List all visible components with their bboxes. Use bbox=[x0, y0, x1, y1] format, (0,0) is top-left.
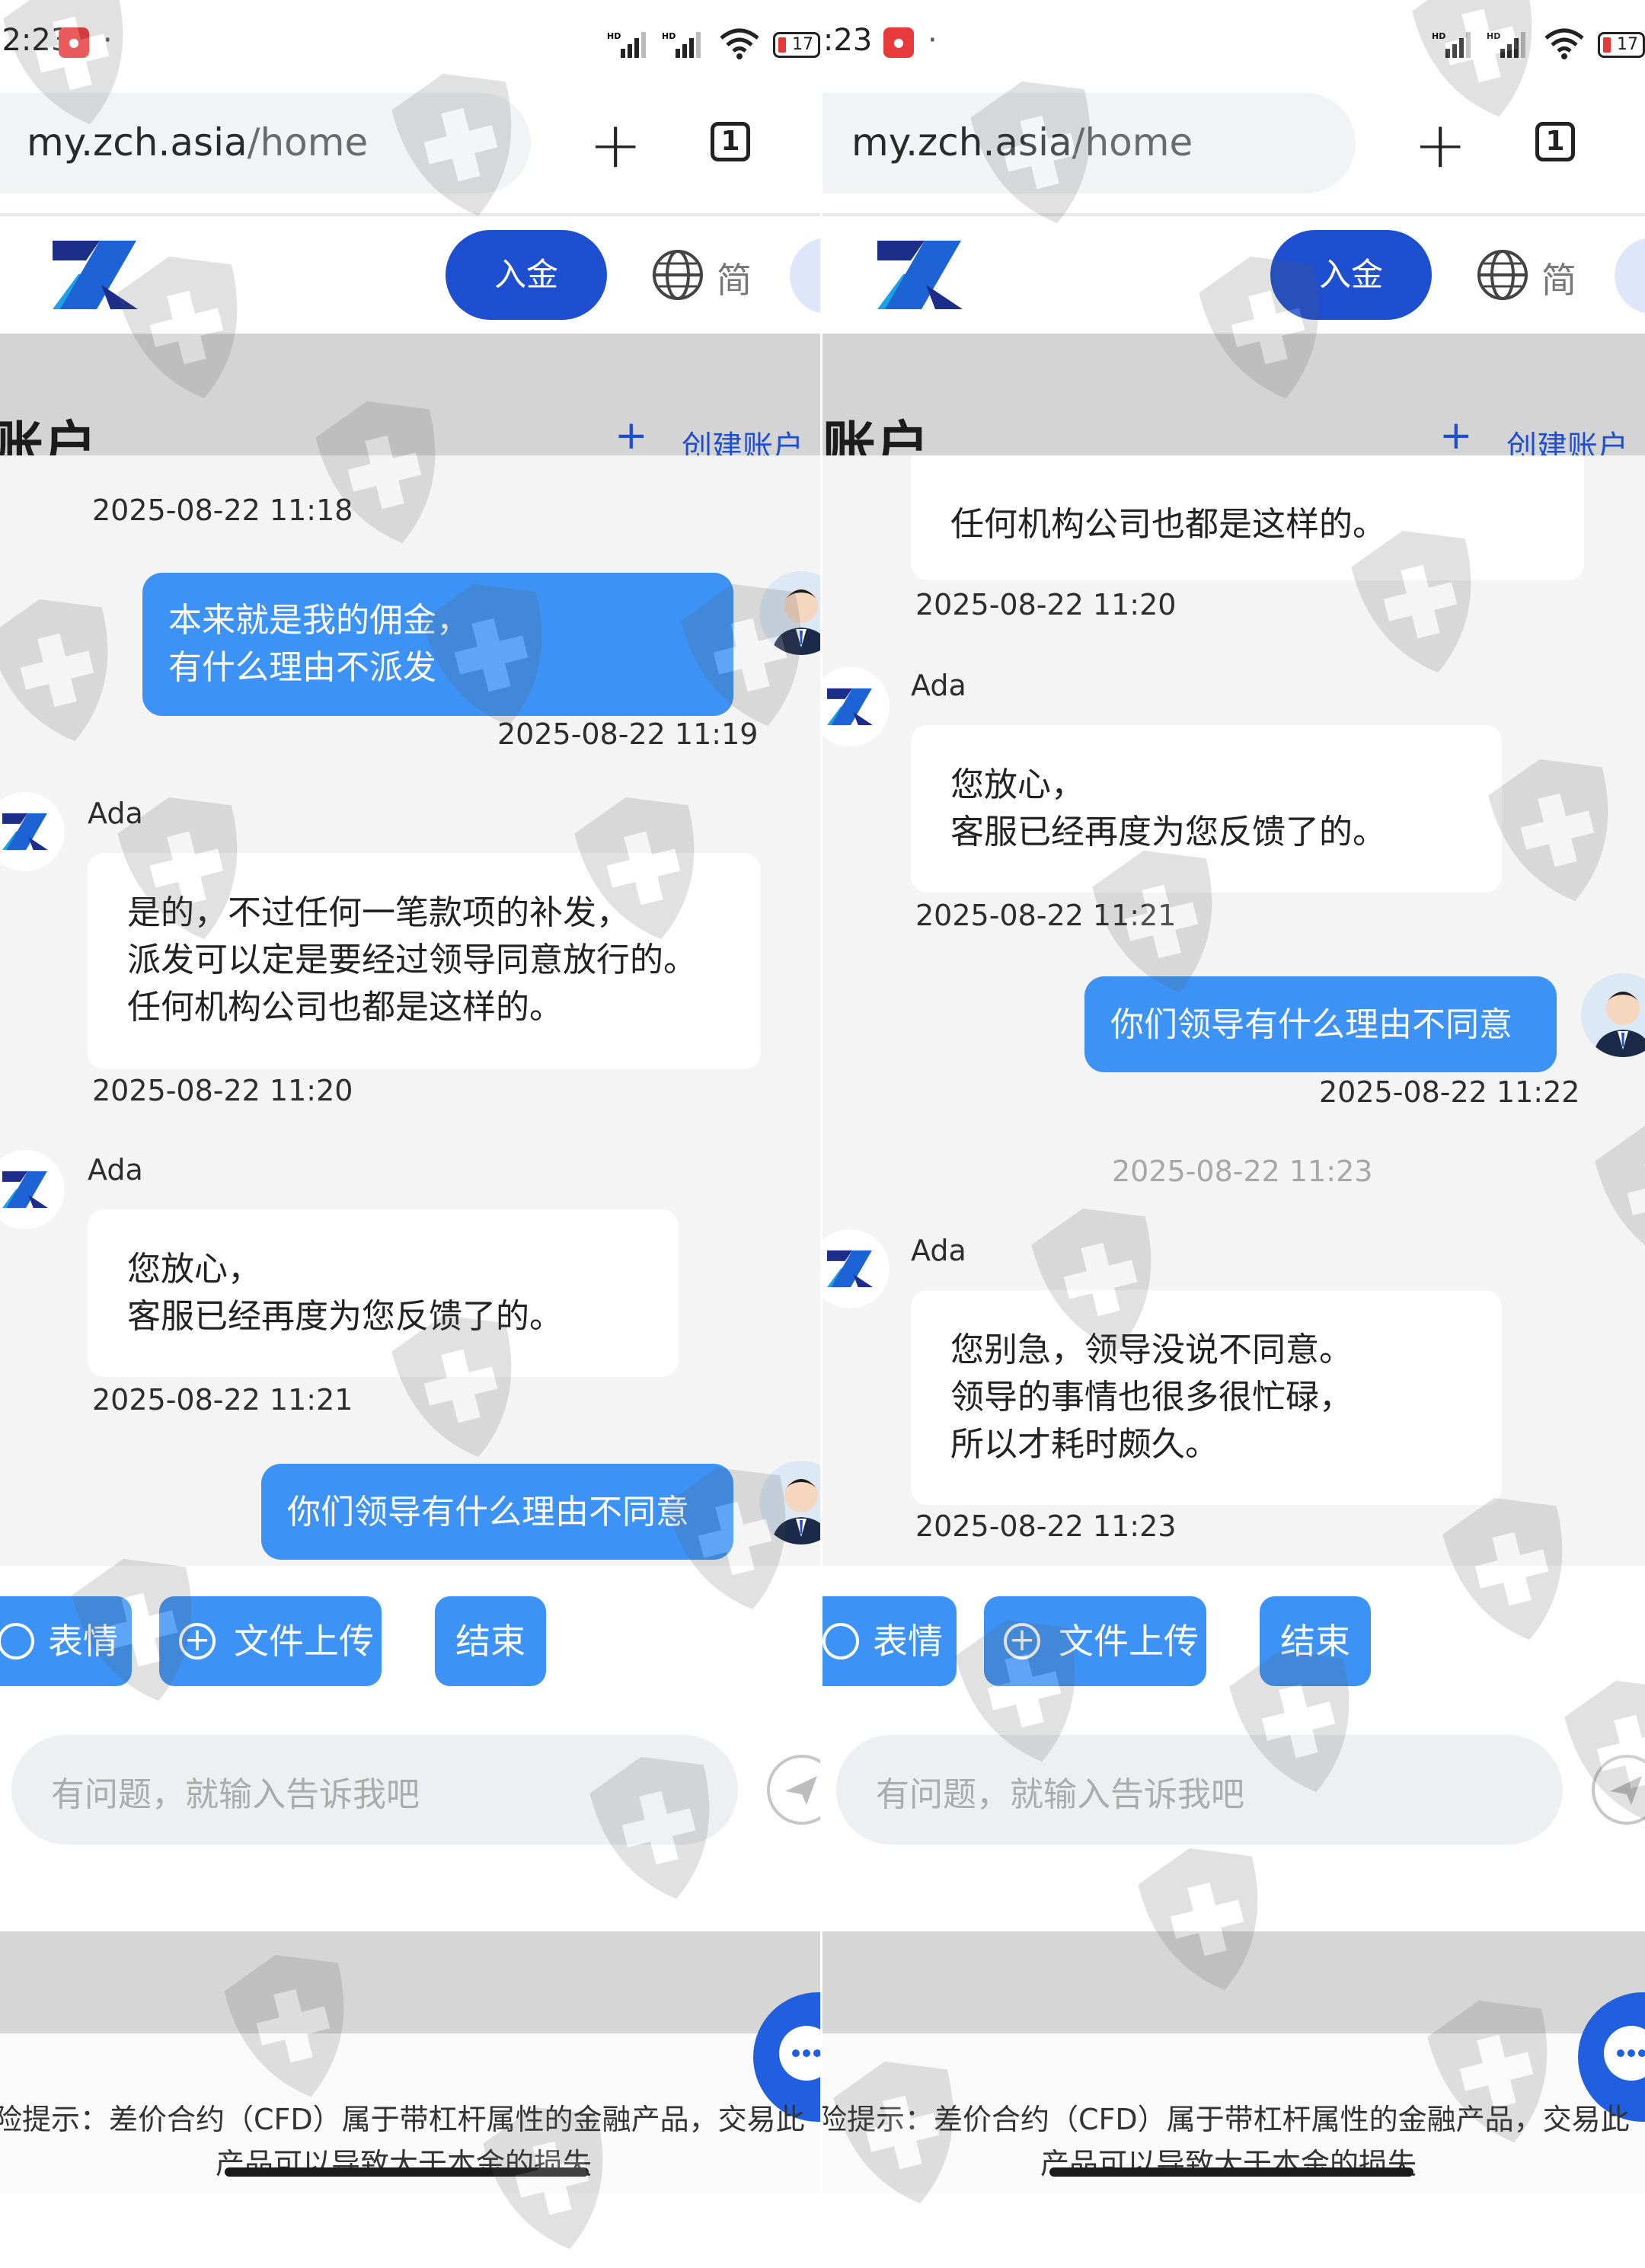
send-button[interactable] bbox=[767, 1755, 820, 1825]
tab-switcher-button[interactable]: 1 bbox=[1535, 122, 1575, 161]
send-icon bbox=[785, 1776, 817, 1805]
plus-icon[interactable]: + bbox=[615, 416, 648, 455]
battery-icon: 17 bbox=[773, 32, 820, 58]
message-timestamp: 2025-08-22 11:21 bbox=[92, 1383, 353, 1417]
deposit-button[interactable]: 入金 bbox=[1270, 230, 1432, 320]
bot-message: 您放心， 客服已经再度为您反馈了的。 bbox=[911, 725, 1502, 893]
file-upload-button[interactable]: + 文件上传 bbox=[984, 1596, 1206, 1686]
file-upload-button[interactable]: + 文件上传 bbox=[159, 1596, 382, 1686]
user-message: 你们领导有什么理由不同意 bbox=[261, 1464, 733, 1560]
message-timestamp: 2025-08-22 11:23 bbox=[915, 1509, 1177, 1543]
message-timestamp: 2025-08-22 11:22 bbox=[1319, 1075, 1580, 1109]
svg-text:HD: HD bbox=[607, 31, 621, 41]
chat-actions: 表情 + 文件上传 结束 有问题，就输入告诉我吧 bbox=[822, 1566, 1645, 1931]
home-indicator[interactable] bbox=[225, 2167, 589, 2177]
emoji-button[interactable]: 表情 bbox=[822, 1596, 957, 1686]
signal-icon: HD bbox=[1432, 31, 1471, 58]
bot-avatar bbox=[822, 1229, 890, 1308]
status-dot: · bbox=[103, 23, 113, 58]
svg-text:HD: HD bbox=[662, 31, 676, 41]
status-bar: 12:23 ● · HD HD 17 bbox=[0, 0, 820, 90]
site-header: 入金 简 bbox=[822, 216, 1645, 334]
home-indicator[interactable] bbox=[1049, 2167, 1413, 2177]
status-dot: · bbox=[928, 23, 937, 58]
message-input[interactable]: 有问题，就输入告诉我吧 bbox=[11, 1735, 738, 1845]
address-bar[interactable]: my.zch.asia/home bbox=[822, 93, 1356, 193]
plus-icon[interactable]: + bbox=[1439, 416, 1473, 455]
center-timestamp: 2025-08-22 11:23 bbox=[1112, 1155, 1373, 1188]
status-bar: 12:23 ● · HD HD 17 bbox=[822, 0, 1645, 90]
sender-name: Ada bbox=[88, 797, 143, 830]
bot-avatar bbox=[0, 792, 65, 871]
bot-message: 您放心， 客服已经再度为您反馈了的。 bbox=[88, 1209, 679, 1377]
message-timestamp: 2025-08-22 11:19 bbox=[497, 717, 759, 751]
signal-icon: HD bbox=[607, 31, 646, 58]
svg-text:HD: HD bbox=[1432, 31, 1445, 41]
bot-message: 任何机构公司也都是这样的。 bbox=[911, 455, 1584, 580]
bot-message: 您别急，领导没说不同意。 领导的事情也很多很忙碌， 所以才耗时颇久。 bbox=[911, 1290, 1502, 1505]
smiley-icon bbox=[822, 1623, 859, 1659]
language-label[interactable]: 简 bbox=[1541, 253, 1576, 303]
risk-disclaimer: 险提示：差价合约（CFD）属于带杠杆属性的金融产品，交易此 bbox=[0, 2103, 805, 2136]
deposit-button[interactable]: 入金 bbox=[446, 230, 607, 320]
notification-icon: ● bbox=[883, 27, 914, 58]
input-placeholder: 有问题，就输入告诉我吧 bbox=[876, 1775, 1244, 1814]
globe-icon[interactable] bbox=[651, 248, 704, 302]
screenshot-left: 12:23 ● · HD HD 17 my.zch.asia/home + 1 … bbox=[0, 0, 820, 2193]
message-timestamp: 2025-08-22 11:20 bbox=[915, 588, 1177, 621]
sender-name: Ada bbox=[911, 1234, 966, 1267]
message-timestamp: 2025-08-22 11:20 bbox=[92, 1074, 353, 1107]
message-input[interactable]: 有问题，就输入告诉我吧 bbox=[836, 1735, 1563, 1845]
user-message: 你们领导有什么理由不同意 bbox=[1084, 976, 1557, 1072]
bot-avatar bbox=[822, 667, 890, 746]
screenshot-right: 12:23 ● · HD HD 17 my.zch.asia/home + 1 … bbox=[822, 0, 1645, 2193]
message-timestamp: 2025-08-22 11:21 bbox=[915, 899, 1177, 932]
brand-logo[interactable] bbox=[53, 241, 138, 309]
user-avatar bbox=[759, 571, 820, 655]
bot-message: 是的，不过任何一笔款项的补发， 派发可以定是要经过领导同意放行的。 任何机构公司… bbox=[88, 853, 761, 1069]
end-chat-button[interactable]: 结束 bbox=[1260, 1596, 1371, 1686]
signal-icon-2: HD bbox=[1487, 31, 1525, 58]
new-tab-button[interactable]: + bbox=[589, 113, 642, 177]
risk-disclaimer: 险提示：差价合约（CFD）属于带杠杆属性的金融产品，交易此 bbox=[822, 2103, 1630, 2136]
svg-text:HD: HD bbox=[1487, 31, 1500, 41]
notification-icon: ● bbox=[59, 27, 89, 58]
wifi-icon bbox=[720, 28, 759, 59]
url-text: my.zch.asia/home bbox=[851, 120, 1193, 165]
sender-name: Ada bbox=[88, 1153, 143, 1187]
plus-circle-icon: + bbox=[1004, 1623, 1040, 1659]
message-timestamp: 2025-08-22 11:18 bbox=[92, 494, 353, 527]
user-avatar bbox=[1581, 973, 1645, 1057]
chat-actions: 表情 + 文件上传 结束 有问题，就输入告诉我吧 bbox=[0, 1566, 820, 1931]
wifi-icon bbox=[1544, 28, 1584, 59]
user-message: 本来就是我的佣金， 有什么理由不派发 bbox=[142, 573, 733, 716]
chat-area[interactable]: 任何机构公司也都是这样的。 2025-08-22 11:20 Ada 您放心， … bbox=[822, 455, 1645, 1566]
smiley-icon bbox=[0, 1623, 34, 1659]
input-placeholder: 有问题，就输入告诉我吧 bbox=[51, 1775, 420, 1814]
tab-switcher-button[interactable]: 1 bbox=[711, 122, 750, 161]
send-icon bbox=[1610, 1776, 1642, 1805]
send-button[interactable] bbox=[1592, 1755, 1645, 1825]
address-bar[interactable]: my.zch.asia/home bbox=[0, 93, 531, 193]
profile-avatar[interactable] bbox=[1615, 238, 1645, 314]
user-avatar bbox=[759, 1461, 820, 1544]
sender-name: Ada bbox=[911, 669, 966, 702]
emoji-button[interactable]: 表情 bbox=[0, 1596, 132, 1686]
profile-avatar[interactable] bbox=[790, 238, 820, 314]
brand-logo[interactable] bbox=[877, 241, 963, 309]
new-tab-button[interactable]: + bbox=[1413, 113, 1467, 177]
language-label[interactable]: 简 bbox=[717, 253, 752, 303]
status-time: 12:23 bbox=[822, 23, 873, 58]
plus-circle-icon: + bbox=[179, 1623, 216, 1659]
battery-icon: 17 bbox=[1598, 32, 1645, 58]
chat-area[interactable]: 2025-08-22 11:18 本来就是我的佣金， 有什么理由不派发 2025… bbox=[0, 455, 820, 1566]
url-text: my.zch.asia/home bbox=[27, 120, 369, 165]
site-header: 入金 简 bbox=[0, 216, 820, 334]
globe-icon[interactable] bbox=[1476, 248, 1529, 302]
end-chat-button[interactable]: 结束 bbox=[435, 1596, 546, 1686]
signal-icon-2: HD bbox=[662, 31, 701, 58]
bot-avatar bbox=[0, 1150, 65, 1229]
